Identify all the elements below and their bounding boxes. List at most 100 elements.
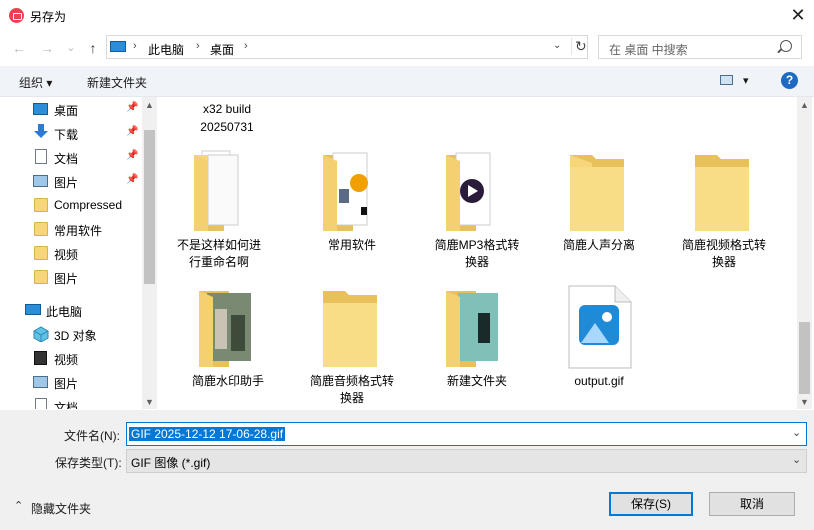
computer-icon [25,304,41,315]
sidebar-item-label: 3D 对象 [54,329,97,343]
address-dropdown-icon[interactable]: ⌄ [553,40,561,51]
scroll-down-arrow-icon[interactable]: ▼ [800,397,809,407]
file-label: 常用软件 [327,238,376,252]
up-arrow-icon[interactable]: ↑ [84,39,102,57]
organize-button[interactable]: 组织 ▾ [19,74,52,91]
save-button[interactable]: 保存(S) [609,492,693,516]
sidebar-item-label: 图片 [54,377,79,391]
sidebar-item-this-pc[interactable]: 此电脑 [0,298,142,322]
chevron-down-icon[interactable]: ⌄ [792,453,801,466]
view-dropdown-icon[interactable]: ▾ [743,74,749,87]
picture-icon [33,376,48,388]
sidebar-item-downloads[interactable]: 下载 📌 [0,121,142,145]
sidebar-item-3d-objects[interactable]: 3D 对象 [0,322,142,346]
file-label: 换器 [464,255,489,269]
hide-folders-toggle[interactable]: 隐藏文件夹 [31,500,91,517]
sidebar-item-desktop[interactable]: 桌面 📌 [0,97,142,121]
sidebar-item-label: 常用软件 [54,224,103,238]
folder-item[interactable]: 常用软件 [297,149,407,259]
breadcrumb-separator: › [196,40,200,52]
folder-item[interactable]: 新建文件夹 [422,285,532,388]
back-arrow-icon[interactable]: ← [10,39,28,57]
sidebar-item-documents[interactable]: 文档 📌 [0,145,142,169]
folder-icon [34,222,48,236]
search-input[interactable]: 在 桌面 中搜索 [598,35,802,59]
folder-item[interactable]: 简鹿音频格式转 换器 [297,285,407,409]
folder-item[interactable]: 简鹿人声分离 [544,149,654,259]
pin-icon: 📌 [126,150,139,161]
document-icon [35,149,47,164]
save-panel: 文件名(N): GIF 2025-12-12 17-06-28.gif ⌄ 保存… [0,410,814,530]
chevron-down-icon[interactable]: ⌄ [792,426,801,439]
sidebar-scrollbar-thumb[interactable] [144,130,155,284]
file-label: 简鹿水印助手 [191,374,264,388]
file-item[interactable]: x32 build 20250731 [172,101,282,141]
video-icon [34,351,47,365]
file-label: 新建文件夹 [446,374,507,388]
file-item[interactable]: output.gif [544,285,654,388]
forward-arrow-icon[interactable]: → [38,39,56,57]
sidebar-item-label: 桌面 [54,104,79,118]
folder-item[interactable]: 简鹿视频格式转 换器 [669,149,779,275]
computer-icon [110,41,126,52]
help-icon[interactable]: ? [781,72,798,89]
picture-icon [33,175,48,187]
folder-icon [570,155,624,231]
document-icon [35,398,47,409]
folder-item[interactable]: 简鹿MP3格式转 换器 [422,149,532,275]
filetype-select[interactable]: GIF 图像 (*.gif) ⌄ [126,449,807,473]
view-options-icon[interactable] [720,75,733,85]
image-file-icon [568,285,632,369]
search-icon[interactable] [780,40,792,52]
pin-icon: 📌 [126,126,139,137]
new-folder-button[interactable]: 新建文件夹 [87,74,147,91]
file-label: 不是这样如何进 [176,238,261,252]
sidebar-item-label: 此电脑 [46,305,83,319]
file-list-scrollbar-thumb[interactable] [799,322,810,394]
sidebar-item-label: 文档 [54,152,79,166]
folder-icon [34,270,48,284]
window-title: 另存为 [30,10,67,24]
sidebar-item-documents-pc[interactable]: 文档 [0,394,142,409]
breadcrumb-this-pc[interactable]: 此电脑 [148,41,184,58]
filename-field[interactable]: GIF 2025-12-12 17-06-28.gif ⌄ [126,422,807,446]
sidebar-item-label: 图片 [54,176,79,190]
chevron-up-icon[interactable]: ⌃ [14,499,23,512]
breadcrumb-desktop[interactable]: 桌面 [210,41,234,58]
toolbar: 组织 ▾ 新建文件夹 ▾ ? [0,66,814,97]
pin-icon: 📌 [126,174,139,185]
filetype-value: GIF 图像 (*.gif) [131,456,211,470]
folder-item[interactable]: 不是这样如何进 行重命名啊 [164,149,274,275]
recent-locations-icon[interactable]: ⌄ [62,39,80,57]
file-label: 换器 [711,255,736,269]
scroll-up-arrow-icon[interactable]: ▲ [145,100,154,110]
file-label: 简鹿MP3格式转 [434,238,520,252]
address-bar[interactable]: › 此电脑 › 桌面 › ⌄ ↻ [106,35,588,59]
sidebar-item-label: 文档 [54,401,79,409]
filename-label: 文件名(N): [64,429,120,443]
close-button[interactable]: ✕ [786,4,810,28]
file-label: 换器 [339,391,364,405]
sidebar-item-pictures[interactable]: 图片 📌 [0,169,142,193]
folder-icon [446,291,498,367]
file-label: output.gif [574,374,624,388]
file-label: 行重命名啊 [188,255,249,269]
folder-item[interactable]: 简鹿水印助手 [173,285,283,388]
scroll-up-arrow-icon[interactable]: ▲ [800,100,809,110]
sidebar-item-compressed[interactable]: Compressed [0,193,142,217]
filetype-label: 保存类型(T): [55,456,122,470]
file-list: x32 build 20250731 不是这样如何进 行重命名啊 常用软件 简鹿… [160,97,796,409]
sidebar-item-videos[interactable]: 视频 [0,346,142,370]
scroll-down-arrow-icon[interactable]: ▼ [145,397,154,407]
sidebar-item-pictures-pc[interactable]: 图片 [0,370,142,394]
sidebar-item-video-folder[interactable]: 视频 [0,241,142,265]
3d-objects-icon [33,326,49,343]
folder-icon [446,152,491,231]
folder-icon [34,246,48,260]
sidebar-item-pictures-folder[interactable]: 图片 [0,265,142,289]
refresh-icon[interactable]: ↻ [571,38,591,55]
sidebar-item-common-software[interactable]: 常用软件 [0,217,142,241]
search-placeholder: 在 桌面 中搜索 [609,43,688,57]
cancel-button[interactable]: 取消 [709,492,795,516]
breadcrumb-separator: › [133,40,137,52]
